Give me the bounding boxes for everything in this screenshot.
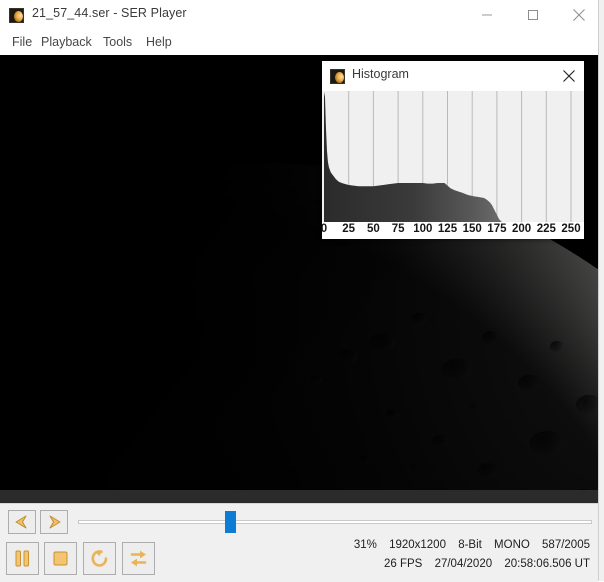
app-moon-icon — [330, 69, 345, 84]
menu-bar: File Playback Tools Help — [0, 30, 598, 55]
status-color-mode: MONO — [494, 539, 530, 551]
loop-button[interactable] — [83, 542, 116, 575]
maximize-icon[interactable] — [510, 0, 556, 30]
frame-slider-track[interactable] — [78, 520, 592, 524]
histogram-tick-175: 175 — [487, 223, 507, 235]
menu-item-file[interactable]: File — [7, 34, 37, 50]
histogram-tick-25: 25 — [342, 223, 356, 235]
status-zoom: 31% — [353, 539, 377, 551]
app-moon-icon — [9, 8, 24, 23]
status-frame-counter: 587/2005 — [542, 539, 590, 551]
histogram-tick-0: 0 — [322, 223, 328, 235]
next-frame-button[interactable] — [40, 510, 68, 534]
histogram-tick-250: 250 — [561, 223, 581, 235]
minimize-icon[interactable] — [464, 0, 510, 30]
histogram-title-bar: Histogram — [322, 61, 584, 91]
status-date: 27/04/2020 — [434, 558, 493, 570]
histogram-tick-75: 75 — [391, 223, 405, 235]
histogram-plot — [322, 91, 584, 222]
histogram-tick-125: 125 — [437, 223, 458, 235]
status-line-secondary: 26 FPS 27/04/2020 20:58:06.506 UT — [384, 558, 590, 570]
status-time: 20:58:06.506 UT — [504, 558, 590, 570]
menu-item-tools[interactable]: Tools — [98, 34, 137, 50]
histogram-x-axis: 0 25 50 75 100 125 150 175 200 225 250 — [322, 222, 584, 239]
background-window-sliver — [598, 0, 604, 581]
pingpong-button[interactable] — [122, 542, 155, 575]
pause-button[interactable] — [6, 542, 39, 575]
frame-slider-handle[interactable] — [225, 511, 236, 533]
title-bar: 21_57_44.ser - SER Player — [0, 0, 598, 30]
menu-item-playback[interactable]: Playback — [36, 34, 97, 50]
stop-button[interactable] — [44, 542, 77, 575]
histogram-tick-100: 100 — [413, 223, 433, 235]
status-resolution: 1920x1200 — [389, 539, 446, 551]
histogram-title: Histogram — [352, 67, 409, 81]
histogram-tick-225: 225 — [536, 223, 556, 235]
status-bit-depth: 8-Bit — [458, 539, 482, 551]
histogram-tick-150: 150 — [462, 223, 482, 235]
menu-item-help[interactable]: Help — [141, 34, 177, 50]
status-fps: 26 FPS — [384, 558, 423, 570]
histogram-chart — [322, 91, 584, 222]
previous-frame-button[interactable] — [8, 510, 36, 534]
close-icon[interactable] — [556, 0, 602, 30]
histogram-tick-200: 200 — [512, 223, 532, 235]
histogram-window: Histogram 0 25 50 75 100 125 150 175 200 225 250 — [322, 61, 584, 239]
histogram-tick-50: 50 — [366, 223, 380, 235]
close-icon[interactable] — [554, 61, 584, 91]
window-title: 21_57_44.ser - SER Player — [32, 6, 187, 20]
status-line-primary: 31% 1920x1200 8-Bit MONO 587/2005 — [354, 539, 590, 551]
